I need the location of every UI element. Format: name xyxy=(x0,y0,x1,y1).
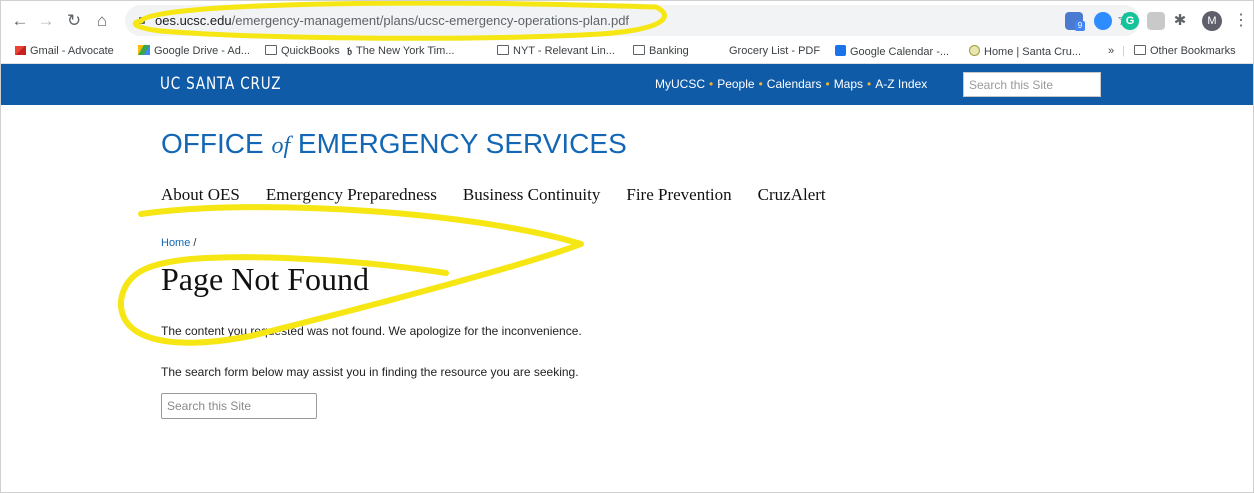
separator-dot: • xyxy=(758,77,763,91)
back-arrow-icon[interactable]: ← xyxy=(9,10,31,32)
extension-badge: 9 xyxy=(1075,21,1085,31)
browser-toolbar: ← → ↻ ⌂ oes.ucsc.edu/emergency-managemen… xyxy=(1,1,1253,41)
nav-emergency-preparedness[interactable]: Emergency Preparedness xyxy=(266,185,437,204)
santa-cruz-icon xyxy=(969,45,980,56)
bookmark-item[interactable]: Gmail - Advocate xyxy=(15,45,114,57)
folder-icon xyxy=(633,45,645,55)
folder-icon xyxy=(497,45,509,55)
menu-kebab-icon[interactable]: ⋮ xyxy=(1233,10,1249,30)
google-calendar-icon xyxy=(835,45,846,56)
not-found-message: The content you requested was not found.… xyxy=(161,324,582,338)
bookmark-item[interactable]: QuickBooks xyxy=(265,45,340,57)
gmail-icon xyxy=(15,46,26,55)
breadcrumb-home[interactable]: Home xyxy=(161,237,190,249)
nav-about-oes[interactable]: About OES xyxy=(161,185,240,204)
site-header-bar: UC SANTA CRUZ MyUCSC • People • Calendars • Ma… xyxy=(1,64,1253,105)
content-search-input[interactable] xyxy=(161,393,317,419)
main-navigation: About OES Emergency Preparedness Business … xyxy=(161,185,852,205)
bookmark-item[interactable]: Google Drive - Ad... xyxy=(138,45,250,57)
bookmark-item[interactable]: Grocery List - PDF xyxy=(729,45,820,57)
zoom-extension-icon[interactable] xyxy=(1094,12,1112,30)
nav-fire-prevention[interactable]: Fire Prevention xyxy=(626,185,731,204)
bookmarks-overflow[interactable]: » xyxy=(1108,45,1114,57)
lock-icon xyxy=(139,17,145,24)
breadcrumb-separator: / xyxy=(190,237,197,249)
top-link-az-index[interactable]: A-Z Index xyxy=(875,77,927,91)
bookmark-item[interactable]: Other Bookmarks xyxy=(1134,45,1236,57)
bookmark-item[interactable]: NYT - Relevant Lin... xyxy=(497,45,615,57)
nav-cruzalert[interactable]: CruzAlert xyxy=(758,185,826,204)
site-search-input[interactable] xyxy=(963,72,1101,97)
grammarly-extension-icon[interactable]: G xyxy=(1121,12,1139,30)
bookmark-item[interactable]: Banking xyxy=(633,45,689,57)
top-links: MyUCSC • People • Calendars • Maps • A-Z Index xyxy=(655,77,927,91)
nav-business-continuity[interactable]: Business Continuity xyxy=(463,185,600,204)
reload-icon[interactable]: ↻ xyxy=(63,10,85,32)
profile-avatar[interactable]: M xyxy=(1202,11,1222,31)
browser-window: ← → ↻ ⌂ oes.ucsc.edu/emergency-managemen… xyxy=(0,0,1254,493)
folder-icon xyxy=(265,45,277,55)
page-title: Page Not Found xyxy=(161,261,369,297)
top-link-calendars[interactable]: Calendars xyxy=(767,77,822,91)
puzzle-extensions-icon[interactable]: ✱ xyxy=(1171,12,1189,30)
google-drive-icon xyxy=(138,45,150,55)
bookmarks-divider: | xyxy=(1122,45,1125,57)
url-domain: oes.ucsc.edu xyxy=(155,13,232,28)
address-bar[interactable]: oes.ucsc.edu/emergency-management/plans/… xyxy=(125,5,1140,36)
url-path: /emergency-management/plans/ucsc-emergen… xyxy=(231,13,630,28)
breadcrumb: Home / xyxy=(161,237,196,249)
ucsc-logo[interactable]: UC SANTA CRUZ xyxy=(160,74,281,94)
extension-icon[interactable] xyxy=(1147,12,1165,30)
bookmark-item[interactable]: Google Calendar -... xyxy=(835,45,949,58)
folder-icon xyxy=(1134,45,1146,55)
top-link-people[interactable]: People xyxy=(717,77,754,91)
nyt-icon: 𝔟 xyxy=(347,46,353,58)
forward-arrow-icon[interactable]: → xyxy=(35,10,57,32)
bookmarks-bar: Gmail - Advocate Google Drive - Ad... Qu… xyxy=(1,41,1253,64)
separator-dot: • xyxy=(825,77,830,91)
home-icon[interactable]: ⌂ xyxy=(91,10,113,32)
separator-dot: • xyxy=(867,77,872,91)
bookmark-item[interactable]: 𝔟 The New York Tim... xyxy=(347,45,454,59)
search-hint: The search form below may assist you in … xyxy=(161,365,579,379)
bookmark-item[interactable]: Home | Santa Cru... xyxy=(969,45,1081,58)
top-link-maps[interactable]: Maps xyxy=(834,77,863,91)
url-text[interactable]: oes.ucsc.edu/emergency-management/plans/… xyxy=(155,13,629,28)
top-link-myucsc[interactable]: MyUCSC xyxy=(655,77,705,91)
site-title[interactable]: OFFICE of EMERGENCY SERVICES xyxy=(161,128,627,160)
separator-dot: • xyxy=(709,77,714,91)
